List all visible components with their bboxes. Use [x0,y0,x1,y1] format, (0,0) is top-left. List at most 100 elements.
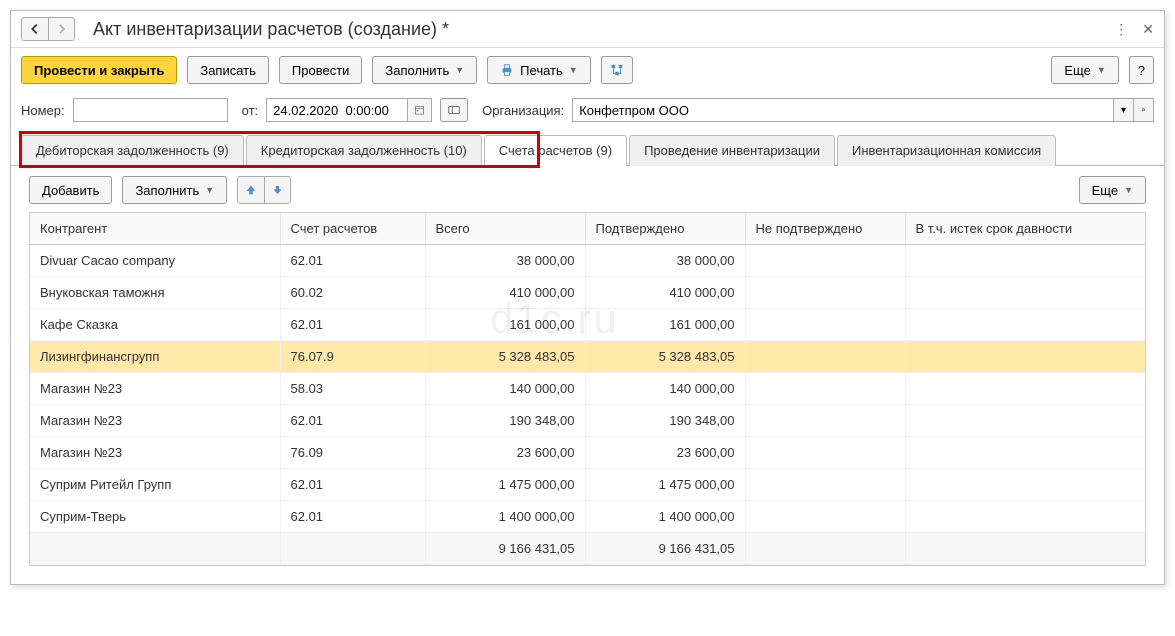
cell-confirmed[interactable]: 23 600,00 [585,437,745,469]
cell-counterparty[interactable]: Внуковская таможня [30,277,280,309]
fill-sub-button[interactable]: Заполнить ▼ [122,176,227,204]
cell-counterparty[interactable]: Магазин №23 [30,437,280,469]
cell-unconfirmed[interactable] [745,341,905,373]
table-row[interactable]: Магазин №2376.0923 600,0023 600,00 [30,437,1145,469]
cell-confirmed[interactable]: 5 328 483,05 [585,341,745,373]
col-total[interactable]: Всего [425,213,585,245]
close-icon[interactable]: ✕ [1142,21,1154,38]
tab-debit[interactable]: Дебиторская задолженность (9) [21,135,244,166]
col-account[interactable]: Счет расчетов [280,213,425,245]
cell-account[interactable]: 76.07.9 [280,341,425,373]
cell-account[interactable]: 62.01 [280,405,425,437]
post-and-close-button[interactable]: Провести и закрыть [21,56,177,84]
cell-confirmed[interactable]: 161 000,00 [585,309,745,341]
cell-expired[interactable] [905,309,1145,341]
cell-unconfirmed[interactable] [745,469,905,501]
table-row[interactable]: Суприм-Тверь62.011 400 000,001 400 000,0… [30,501,1145,533]
tab-commission[interactable]: Инвентаризационная комиссия [837,135,1056,166]
cell-expired[interactable] [905,341,1145,373]
cell-account[interactable]: 76.09 [280,437,425,469]
back-button[interactable] [22,18,48,40]
tab-credit[interactable]: Кредиторская задолженность (10) [246,135,482,166]
cell-total[interactable]: 190 348,00 [425,405,585,437]
cell-counterparty[interactable]: Суприм Ритейл Групп [30,469,280,501]
move-up-button[interactable] [238,177,264,203]
menu-dots-icon[interactable]: ⋮ [1114,21,1128,38]
calendar-button[interactable] [407,99,431,121]
organization-input[interactable] [573,99,1113,121]
structure-button[interactable] [601,56,633,84]
table-row[interactable]: Divuar Cacao company62.0138 000,0038 000… [30,245,1145,277]
table-row[interactable]: Кафе Сказка62.01161 000,00161 000,00 [30,309,1145,341]
cell-account[interactable]: 62.01 [280,309,425,341]
cell-counterparty[interactable]: Кафе Сказка [30,309,280,341]
cell-account[interactable]: 60.02 [280,277,425,309]
cell-total[interactable]: 1 475 000,00 [425,469,585,501]
cell-total[interactable]: 410 000,00 [425,277,585,309]
col-confirmed[interactable]: Подтверждено [585,213,745,245]
cell-total[interactable]: 161 000,00 [425,309,585,341]
org-open-button[interactable]: ▫ [1133,99,1153,121]
col-expired[interactable]: В т.ч. истек срок давности [905,213,1145,245]
cell-confirmed[interactable]: 140 000,00 [585,373,745,405]
cell-unconfirmed[interactable] [745,277,905,309]
table-row[interactable]: Лизингфинансгрупп76.07.95 328 483,055 32… [30,341,1145,373]
cell-confirmed[interactable]: 410 000,00 [585,277,745,309]
cell-counterparty[interactable]: Суприм-Тверь [30,501,280,533]
move-down-button[interactable] [264,177,290,203]
cell-total[interactable]: 38 000,00 [425,245,585,277]
tab-inventory[interactable]: Проведение инвентаризации [629,135,835,166]
more-button[interactable]: Еще ▼ [1051,56,1118,84]
date-input[interactable] [267,99,407,121]
cell-total[interactable]: 1 400 000,00 [425,501,585,533]
cell-expired[interactable] [905,437,1145,469]
cell-total[interactable]: 23 600,00 [425,437,585,469]
cell-account[interactable]: 62.01 [280,501,425,533]
cell-counterparty[interactable]: Лизингфинансгрупп [30,341,280,373]
table-row[interactable]: Магазин №2362.01190 348,00190 348,00 [30,405,1145,437]
table-row[interactable]: Суприм Ритейл Групп62.011 475 000,001 47… [30,469,1145,501]
cell-counterparty[interactable]: Магазин №23 [30,373,280,405]
table-row[interactable]: Внуковская таможня60.02410 000,00410 000… [30,277,1145,309]
from-label: от: [242,103,259,118]
cell-unconfirmed[interactable] [745,405,905,437]
table-row[interactable]: Магазин №2358.03140 000,00140 000,00 [30,373,1145,405]
cell-unconfirmed[interactable] [745,309,905,341]
cell-expired[interactable] [905,277,1145,309]
cell-expired[interactable] [905,469,1145,501]
print-button[interactable]: Печать ▼ [487,56,591,84]
cell-confirmed[interactable]: 1 400 000,00 [585,501,745,533]
fill-button[interactable]: Заполнить ▼ [372,56,477,84]
cell-account[interactable]: 62.01 [280,245,425,277]
cell-expired[interactable] [905,405,1145,437]
cell-unconfirmed[interactable] [745,501,905,533]
col-unconfirmed[interactable]: Не подтверждено [745,213,905,245]
cell-expired[interactable] [905,501,1145,533]
org-dropdown-button[interactable]: ▾ [1113,99,1133,121]
cell-expired[interactable] [905,373,1145,405]
cell-expired[interactable] [905,245,1145,277]
sub-more-button[interactable]: Еще ▼ [1079,176,1146,204]
number-input[interactable] [73,98,228,122]
add-button[interactable]: Добавить [29,176,112,204]
cell-unconfirmed[interactable] [745,437,905,469]
cell-account[interactable]: 62.01 [280,469,425,501]
forward-button[interactable] [48,18,74,40]
cell-confirmed[interactable]: 190 348,00 [585,405,745,437]
cell-unconfirmed[interactable] [745,245,905,277]
cell-confirmed[interactable]: 1 475 000,00 [585,469,745,501]
cell-unconfirmed[interactable] [745,373,905,405]
help-button[interactable]: ? [1129,56,1154,84]
date-link-button[interactable] [440,98,468,122]
write-button[interactable]: Записать [187,56,269,84]
cell-counterparty[interactable]: Магазин №23 [30,405,280,437]
cell-account[interactable]: 58.03 [280,373,425,405]
tab-accounts[interactable]: Счета расчетов (9) [484,135,627,166]
cell-confirmed[interactable]: 38 000,00 [585,245,745,277]
cell-counterparty[interactable]: Divuar Cacao company [30,245,280,277]
more-label: Еще [1064,63,1090,78]
cell-total[interactable]: 5 328 483,05 [425,341,585,373]
col-counterparty[interactable]: Контрагент [30,213,280,245]
cell-total[interactable]: 140 000,00 [425,373,585,405]
post-button[interactable]: Провести [279,56,363,84]
